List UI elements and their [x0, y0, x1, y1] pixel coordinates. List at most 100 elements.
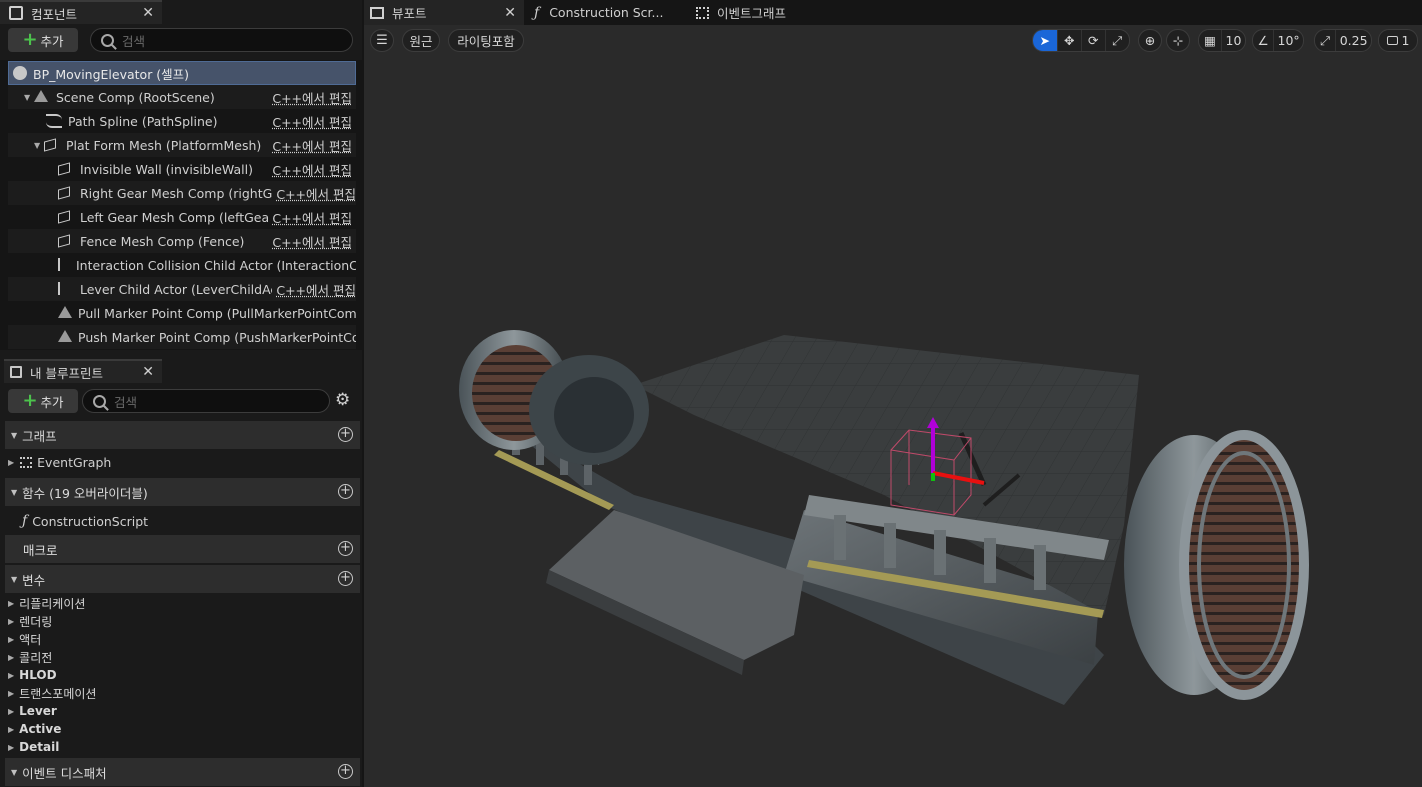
variable-category-lever[interactable]: ▶ Lever: [8, 702, 57, 720]
tab-my-blueprint[interactable]: 내 블루프린트 ✕: [4, 359, 162, 383]
edit-in-cpp-link[interactable]: C++에서 편집: [272, 279, 356, 299]
rotation-snap-value[interactable]: 10°: [1274, 30, 1303, 51]
tab-my-blueprint-label: 내 블루프린트: [30, 365, 103, 381]
tree-row-left-gear[interactable]: Left Gear Mesh Comp (leftGear) C++에서 편집: [8, 205, 356, 229]
variable-category-detail[interactable]: ▶ Detail: [8, 738, 59, 756]
variable-category-rendering[interactable]: ▶ 렌더링: [8, 612, 52, 630]
right-gear-mesh: [1124, 430, 1309, 700]
add-dispatcher-icon[interactable]: +: [338, 764, 353, 779]
tree-row-label: Lever Child Actor (LeverChildActor): [80, 281, 300, 297]
variable-category-label: HLOD: [19, 668, 57, 682]
tab-construction-script[interactable]: ƒ Construction Scr...: [526, 0, 686, 25]
graph-item-eventgraph[interactable]: ▶ EventGraph: [8, 452, 111, 472]
tab-viewport[interactable]: 뷰포트 ✕: [364, 0, 524, 25]
close-icon[interactable]: ✕: [504, 5, 516, 21]
scale-snap-value[interactable]: 0.25: [1336, 30, 1371, 51]
variable-category-collision[interactable]: ▶ 콜리전: [8, 648, 52, 666]
edit-in-cpp-link[interactable]: C++에서 편집: [268, 111, 352, 131]
scale-tool-button[interactable]: ⤢: [1106, 30, 1129, 51]
plus-icon: +: [22, 390, 38, 411]
edit-in-cpp-link[interactable]: C++에서 편집: [268, 135, 352, 155]
viewport-area: 뷰포트 ✕ ƒ Construction Scr... 이벤트그래프 ☰ 원근 …: [364, 0, 1422, 787]
variable-category-transformation[interactable]: ▶ 트랜스포메이션: [8, 684, 96, 702]
perspective-button[interactable]: 원근: [402, 29, 440, 52]
add-function-icon[interactable]: +: [338, 484, 353, 499]
variable-category-label: 콜리전: [19, 650, 53, 665]
rotate-tool-button[interactable]: ⟳: [1082, 30, 1106, 51]
camera-speed-button[interactable]: 1: [1379, 30, 1417, 51]
tab-components-label: 컴포넌트: [31, 6, 78, 22]
variable-category-label: 트랜스포메이션: [19, 686, 97, 701]
variable-category-replication[interactable]: ▶ 리플리케이션: [8, 594, 85, 612]
expand-arrow-icon[interactable]: ▶: [8, 458, 14, 467]
rotation-snap-toggle[interactable]: ∠: [1253, 30, 1275, 51]
scale-snap-toggle[interactable]: ⤢: [1315, 30, 1337, 51]
edit-in-cpp-link[interactable]: C++에서 편집: [268, 87, 352, 107]
lighting-mode-button[interactable]: 라이팅포함: [448, 29, 524, 52]
variable-category-active[interactable]: ▶ Active: [8, 720, 61, 738]
edit-in-cpp-link[interactable]: C++에서 편집: [268, 207, 352, 227]
surface-snapping-button[interactable]: ⊹: [1166, 29, 1190, 52]
section-variables[interactable]: ▼ 변수 +: [5, 565, 360, 593]
section-graph[interactable]: ▼ 그래프 +: [5, 421, 360, 449]
grid-snap-value[interactable]: 10: [1222, 30, 1245, 51]
static-mesh-icon: [58, 186, 74, 200]
viewport-menu-button[interactable]: ☰: [370, 29, 394, 52]
edit-in-cpp-link[interactable]: C++에서 편집: [268, 231, 352, 251]
tree-row-invisible-wall[interactable]: Invisible Wall (invisibleWall) C++에서 편집: [8, 157, 356, 181]
rotation-snap-group: ∠ 10°: [1252, 29, 1304, 52]
grid-snap-toggle[interactable]: ▦: [1199, 30, 1223, 51]
expand-arrow-icon[interactable]: ▼: [24, 93, 34, 102]
tree-row-path-spline[interactable]: Path Spline (PathSpline) C++에서 편집: [8, 109, 356, 133]
tree-row-scene-comp[interactable]: ▼ Scene Comp (RootScene) C++에서 편집: [8, 85, 356, 109]
add-member-button[interactable]: + 추가: [8, 389, 78, 413]
tree-row-label: Path Spline (PathSpline): [68, 113, 218, 129]
variable-category-label: Lever: [19, 704, 57, 718]
collapse-arrow-icon[interactable]: ▼: [11, 488, 17, 497]
static-mesh-icon: [58, 234, 74, 248]
add-graph-icon[interactable]: +: [338, 427, 353, 442]
section-functions[interactable]: ▼ 함수 (19 오버라이더블) +: [5, 478, 360, 506]
add-member-label: 추가: [40, 394, 64, 410]
tree-row-pull-marker[interactable]: Pull Marker Point Comp (PullMarkerPointC…: [8, 301, 356, 325]
close-icon[interactable]: ✕: [142, 364, 154, 380]
add-macro-icon[interactable]: +: [338, 541, 353, 556]
edit-in-cpp-link[interactable]: C++에서 편집: [268, 159, 352, 179]
gear-icon[interactable]: ⚙: [335, 390, 350, 410]
collapse-arrow-icon[interactable]: ▼: [11, 575, 17, 584]
tree-row-platform-mesh[interactable]: ▼ Plat Form Mesh (PlatformMesh) C++에서 편집: [8, 133, 356, 157]
expand-arrow-icon[interactable]: ▼: [34, 141, 44, 150]
section-event-dispatchers[interactable]: ▼ 이벤트 디스패처 +: [5, 758, 360, 786]
variable-category-hlod[interactable]: ▶ HLOD: [8, 666, 57, 684]
collapse-arrow-icon[interactable]: ▼: [11, 768, 17, 777]
tree-row-push-marker[interactable]: Push Marker Point Comp (PushMarkerPointC…: [8, 325, 356, 349]
blueprint-search-input[interactable]: 검색: [82, 389, 330, 413]
function-item-construction-script[interactable]: ƒ ConstructionScript: [22, 511, 148, 531]
editor-tab-bar: 뷰포트 ✕ ƒ Construction Scr... 이벤트그래프: [364, 0, 1422, 25]
tree-row-fence[interactable]: Fence Mesh Comp (Fence) C++에서 편집: [8, 229, 356, 253]
event-graph-icon: [696, 6, 709, 19]
section-macros[interactable]: 매크로 +: [5, 535, 360, 563]
rotate-icon: ⟳: [1088, 33, 1099, 48]
add-variable-icon[interactable]: +: [338, 571, 353, 586]
tree-row-lever-child[interactable]: Lever Child Actor (LeverChildActor) C++에…: [8, 277, 356, 301]
coordinate-system-button[interactable]: ⊕: [1138, 29, 1162, 52]
collapse-arrow-icon[interactable]: ▼: [11, 431, 17, 440]
child-actor-icon: [58, 282, 74, 296]
scene-component-icon: [58, 306, 72, 320]
variable-category-actor[interactable]: ▶ 액터: [8, 630, 41, 648]
viewport-scene[interactable]: [364, 55, 1422, 787]
add-component-button[interactable]: + 추가: [8, 28, 78, 52]
blueprint-toolbar: + 추가 검색 ⚙: [0, 385, 362, 417]
tree-row-right-gear[interactable]: Right Gear Mesh Comp (rightGear) C++에서 편…: [8, 181, 356, 205]
tab-components[interactable]: 컴포넌트 ✕: [0, 0, 162, 24]
hamburger-icon: ☰: [376, 33, 388, 48]
select-tool-button[interactable]: ➤: [1033, 30, 1058, 51]
translate-tool-button[interactable]: ✥: [1058, 30, 1082, 51]
edit-in-cpp-link[interactable]: C++에서 편집: [272, 183, 356, 203]
tree-row-interaction-child[interactable]: Interaction Collision Child Actor (Inter…: [8, 253, 356, 277]
tree-row-self[interactable]: BP_MovingElevator (셀프): [8, 61, 356, 85]
close-icon[interactable]: ✕: [142, 5, 154, 21]
tab-event-graph[interactable]: 이벤트그래프: [688, 0, 848, 25]
components-search-input[interactable]: 검색: [90, 28, 353, 52]
